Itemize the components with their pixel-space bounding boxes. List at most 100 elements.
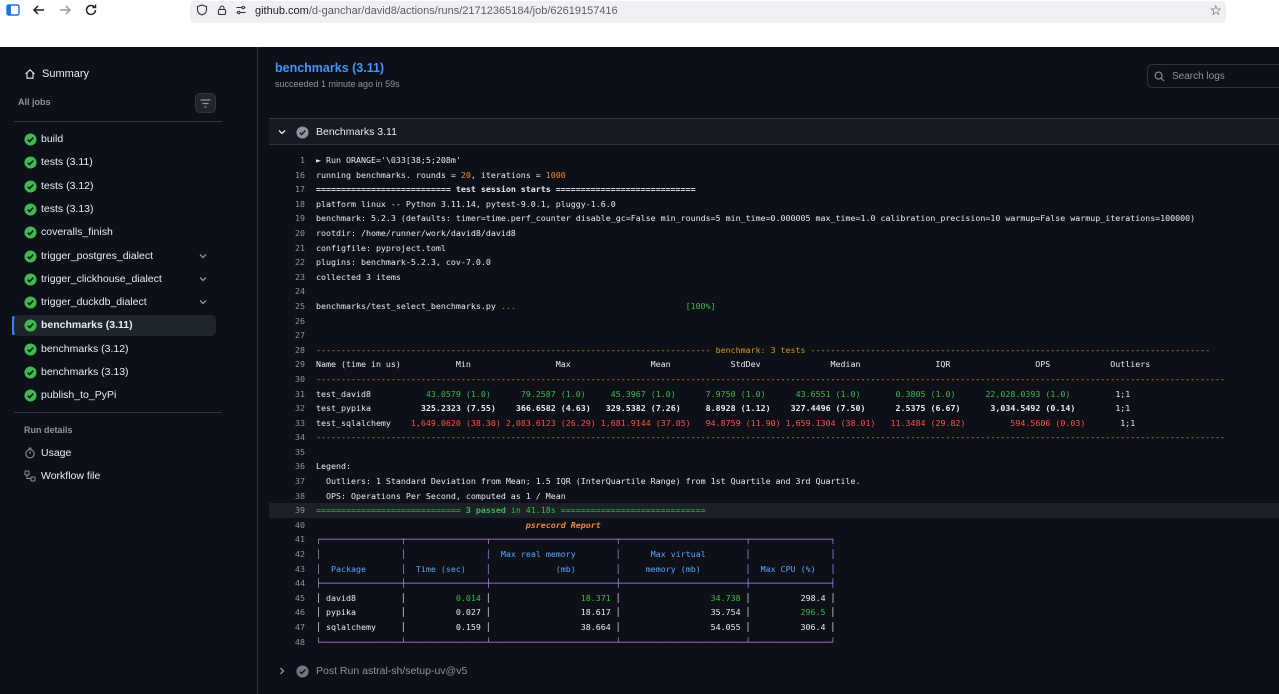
line-number[interactable]: 37 [269, 474, 305, 489]
search-input[interactable] [1172, 68, 1279, 84]
line-number[interactable]: 26 [269, 314, 305, 329]
log-line: 1 ► Run ORANGE='\033[38;5;208m' [269, 153, 1279, 168]
log-line: 38 OPS: Operations Per Second, computed … [269, 489, 1279, 504]
log-segment: 18.371 [490, 592, 616, 603]
job-label: tests (3.13) [41, 202, 94, 215]
forward-arrow-icon[interactable] [56, 3, 74, 21]
sidebar-job-item[interactable]: tests (3.12) [14, 176, 216, 197]
line-number[interactable]: 40 [269, 518, 305, 533]
log-segment: , iterations = [470, 169, 546, 180]
line-number[interactable]: 39 [269, 503, 305, 518]
line-number[interactable]: 25 [269, 299, 305, 314]
sidebar-job-item[interactable]: trigger_duckdb_dialect [14, 292, 216, 313]
back-arrow-icon[interactable] [30, 3, 48, 21]
job-title[interactable]: benchmarks (3.11) [275, 61, 384, 75]
line-number[interactable]: 27 [269, 328, 305, 343]
log-segment: 3,034.5492 (0.14) [970, 403, 1086, 414]
reload-icon[interactable] [82, 3, 100, 21]
line-number[interactable]: 20 [269, 226, 305, 241]
sidebar-job-item[interactable]: trigger_clickhouse_dialect [14, 269, 216, 290]
sidebar-job-item[interactable]: build [14, 129, 216, 150]
line-number[interactable]: 28 [269, 343, 305, 358]
log-segment: benchmark: 3 tests [715, 344, 806, 355]
line-number[interactable]: 1 [269, 153, 305, 168]
usage-link[interactable]: Usage [24, 447, 71, 459]
line-number[interactable]: 29 [269, 357, 305, 372]
log-segment [516, 301, 686, 311]
line-text: Outliers: 1 Standard Deviation from Mean… [316, 474, 861, 489]
line-text: OPS: Operations Per Second, computed as … [316, 489, 566, 504]
address-bar[interactable]: github.com/d-ganchar/david8/actions/runs… [190, 1, 1226, 23]
line-number[interactable]: 34 [269, 430, 305, 445]
log-segment: ============================= [555, 505, 706, 516]
line-number[interactable]: 23 [269, 270, 305, 285]
step-header-post-run[interactable]: Post Run astral-sh/setup-uv@v5 [269, 659, 1279, 683]
workflow-file-link[interactable]: Workflow file [24, 470, 100, 482]
chevron-down-icon[interactable] [198, 251, 208, 261]
success-check-icon [24, 180, 37, 193]
log-segment: 20 [460, 169, 471, 180]
line-number[interactable]: 17 [269, 182, 305, 197]
sidebar-job-item[interactable]: benchmarks (3.13) [14, 362, 216, 383]
divider [14, 412, 222, 413]
log-segment: 1;1 [1100, 417, 1136, 428]
line-number[interactable]: 36 [269, 459, 305, 474]
line-number[interactable]: 19 [269, 211, 305, 226]
sidebar-job-item[interactable]: publish_to_PyPi [14, 385, 216, 406]
line-number[interactable]: 42 [269, 547, 305, 562]
success-check-icon [24, 156, 37, 169]
sidebar-job-item[interactable]: tests (3.11) [14, 152, 216, 173]
sidebar-job-item[interactable]: benchmarks (3.11) [14, 315, 216, 337]
line-number[interactable]: 41 [269, 532, 305, 547]
chevron-right-icon[interactable] [277, 666, 287, 676]
line-number[interactable]: 21 [269, 241, 305, 256]
line-number[interactable]: 46 [269, 605, 305, 620]
line-text: plugins: benchmark-5.2.3, cov-7.0.0 [316, 255, 491, 270]
line-number[interactable]: 16 [269, 168, 305, 183]
line-number[interactable]: 45 [269, 591, 305, 606]
url-text: github.com/d-ganchar/david8/actions/runs… [255, 5, 618, 17]
search-logs[interactable] [1147, 64, 1279, 88]
log-segment: 45.3967 (1.0) [600, 388, 691, 399]
line-number[interactable]: 24 [269, 284, 305, 299]
log-segment: 1,659.1304 (38.01) [785, 417, 881, 428]
lock-icon[interactable] [216, 3, 228, 21]
filter-button[interactable] [195, 93, 216, 113]
line-number[interactable]: 30 [269, 372, 305, 387]
line-number[interactable]: 38 [269, 489, 305, 504]
log-segment: 298.4 │ [750, 592, 836, 603]
sidebar-job-item[interactable]: coveralls_finish [14, 222, 216, 243]
log-segment: ├────────────────┼────────────────┼─────… [316, 578, 836, 589]
sidebar-job-item[interactable]: tests (3.13) [14, 199, 216, 220]
log-segment: platform linux -- Python 3.11.14, pytest… [316, 198, 616, 209]
bookmark-star-icon[interactable]: ☆ [1209, 2, 1222, 19]
log-segment: 0.3805 (1.0) [875, 388, 971, 399]
line-text: test_sqlalchemy 1,649.0620 (38.30) 2,083… [316, 416, 1135, 431]
line-number[interactable]: 35 [269, 445, 305, 460]
log-line: 47 │ sqlalchemy │ 0.159 │ 38.664 │ 54.055… [269, 620, 1279, 635]
chevron-down-icon[interactable] [198, 274, 208, 284]
line-number[interactable]: 47 [269, 620, 305, 635]
permissions-icon[interactable] [235, 3, 247, 21]
chevron-down-icon[interactable] [277, 127, 287, 137]
sidebar-toggle-icon[interactable] [4, 3, 22, 21]
log-segment: ----------------------------------------… [805, 344, 1211, 355]
summary-link[interactable]: Summary [24, 68, 89, 80]
step-header-benchmarks[interactable]: Benchmarks 3.11 [269, 118, 1279, 145]
line-number[interactable]: 44 [269, 576, 305, 591]
sidebar-job-item[interactable]: trigger_postgres_dialect [14, 246, 216, 267]
line-number[interactable]: 31 [269, 387, 305, 402]
usage-label: Usage [41, 447, 72, 459]
log-segment: benchmarks/test_select_benchmarks.py [316, 300, 501, 311]
line-number[interactable]: 43 [269, 562, 305, 577]
line-number[interactable]: 33 [269, 416, 305, 431]
line-number[interactable]: 48 [269, 635, 305, 650]
line-number[interactable]: 22 [269, 255, 305, 270]
log-segment: │ [830, 563, 836, 574]
shield-icon[interactable] [196, 3, 208, 21]
line-number[interactable]: 32 [269, 401, 305, 416]
chevron-down-icon[interactable] [198, 297, 208, 307]
line-number[interactable]: 18 [269, 197, 305, 212]
log-segment: Name (time in us) Min Max Mean StdDev Me… [316, 359, 1151, 370]
sidebar-job-item[interactable]: benchmarks (3.12) [14, 339, 216, 360]
